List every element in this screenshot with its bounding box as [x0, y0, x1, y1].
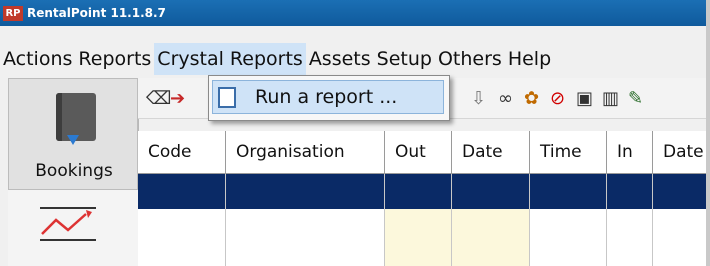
column-header-date-in[interactable]: Date — [653, 131, 710, 173]
column-header-in[interactable]: In — [607, 131, 653, 173]
grid-divider — [225, 174, 226, 266]
app-window: RP RentalPoint 11.1.8.7 Actions Reports … — [0, 0, 710, 266]
window-edge — [706, 0, 710, 266]
column-header-out[interactable]: Out — [385, 131, 452, 173]
menu-item-run-a-report[interactable]: Run a report ... — [212, 80, 444, 114]
copy-icon[interactable]: ▣ — [576, 88, 593, 109]
crystal-reports-dropdown: Run a report ... — [208, 75, 450, 121]
bookmark-icon — [67, 135, 79, 145]
window-title: RentalPoint 11.1.8.7 — [27, 6, 166, 20]
menu-item-label: Run a report ... — [255, 86, 398, 108]
sidebar-item-bookings[interactable]: Bookings — [8, 78, 138, 190]
column-header-date[interactable]: Date — [452, 131, 530, 173]
edit-icon[interactable]: ✎ — [628, 88, 643, 109]
app-logo: RP — [3, 5, 23, 21]
trash-icon[interactable]: ▥ — [602, 88, 619, 109]
sidebar-item-label: Bookings — [35, 161, 113, 181]
out-cell[interactable] — [385, 209, 451, 266]
menu-crystal-reports[interactable]: Crystal Reports — [154, 43, 306, 75]
chart-trend-icon[interactable] — [40, 206, 96, 242]
column-header-code[interactable]: Code — [138, 131, 226, 173]
table-row-selected[interactable] — [138, 174, 710, 209]
arrow-down-icon[interactable]: ⇩ — [471, 88, 486, 109]
cancel-icon[interactable]: ⊘ — [550, 88, 565, 109]
column-header-time[interactable]: Time — [530, 131, 607, 173]
menu-bar: Actions Reports Crystal Reports Assets S… — [0, 40, 710, 78]
grid-divider — [652, 174, 653, 266]
book-icon — [56, 93, 96, 141]
menu-help[interactable]: Help — [505, 43, 554, 75]
menu-reports[interactable]: Reports — [75, 43, 154, 75]
report-icon — [218, 87, 236, 108]
arrow-add-icon[interactable]: ➔ — [170, 88, 185, 109]
menu-setup[interactable]: Setup — [374, 43, 435, 75]
bookings-grid: Code Organisation Out Date Time In Date — [138, 131, 710, 266]
eraser-icon[interactable]: ⌫ — [146, 88, 171, 109]
grid-divider — [384, 174, 385, 266]
title-bar: RP RentalPoint 11.1.8.7 — [0, 0, 710, 26]
grid-divider — [451, 174, 452, 266]
menu-actions[interactable]: Actions — [0, 43, 75, 75]
column-header-organisation[interactable]: Organisation — [226, 131, 385, 173]
menu-others[interactable]: Others — [435, 43, 505, 75]
date-cell[interactable] — [452, 209, 530, 266]
menu-assets[interactable]: Assets — [306, 43, 374, 75]
grid-divider — [529, 174, 530, 266]
binoculars-icon[interactable]: ∞ — [498, 88, 513, 109]
grid-header: Code Organisation Out Date Time In Date — [138, 131, 710, 174]
colors-icon[interactable]: ✿ — [524, 88, 539, 109]
sidebar: Bookings — [8, 78, 139, 266]
grid-divider — [606, 174, 607, 266]
